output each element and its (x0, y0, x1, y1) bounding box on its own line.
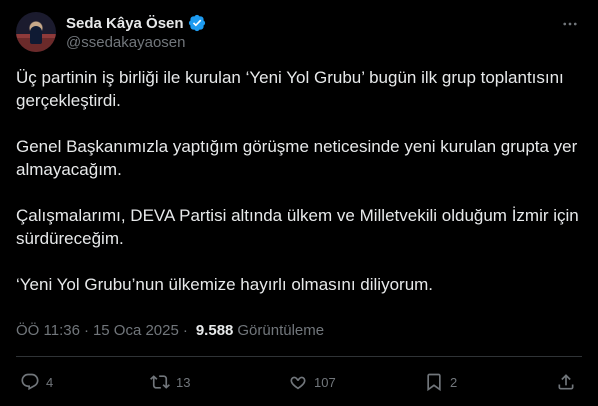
avatar[interactable] (16, 12, 56, 52)
tweet-header: Seda Kâya Ösen @ssedakayaosen (16, 12, 582, 52)
more-icon (563, 22, 577, 26)
share-button[interactable] (556, 370, 576, 394)
like-count: 107 (314, 374, 336, 390)
tweet-paragraph: Genel Başkanımızla yaptığım görüşme neti… (16, 137, 578, 179)
tweet-date[interactable]: 15 Oca 2025 (93, 322, 179, 339)
reply-button[interactable]: 4 (20, 370, 53, 394)
bookmark-icon (427, 373, 441, 392)
repost-count: 13 (176, 374, 191, 390)
tweet-actions: 4 13 107 2 (16, 370, 582, 394)
heart-icon (290, 376, 306, 390)
share-icon (558, 374, 574, 390)
view-count: 9.588 (195, 322, 234, 339)
like-button[interactable]: 107 (288, 370, 336, 394)
tweet-time[interactable]: ÖÖ 11:36 (16, 322, 80, 339)
author-handle[interactable]: @ssedakayaosen (66, 34, 185, 51)
repost-icon (150, 375, 170, 389)
tweet-text: Üç partinin iş birliği ile kurulan ‘Yeni… (16, 66, 582, 296)
author-name-row[interactable]: Seda Kâya Ösen (66, 13, 206, 33)
bookmark-button[interactable]: 2 (424, 370, 457, 394)
author-name[interactable]: Seda Kâya Ösen (66, 15, 184, 32)
tweet-paragraph: Üç partinin iş birliği ile kurulan ‘Yeni… (16, 68, 564, 110)
reply-icon (21, 373, 39, 391)
reply-count: 4 (46, 374, 54, 390)
meta-separator: · (182, 322, 188, 339)
repost-button[interactable]: 13 (150, 370, 190, 394)
meta-separator: · (83, 322, 89, 339)
bookmark-count: 2 (450, 374, 458, 390)
more-options-button[interactable] (560, 14, 580, 34)
tweet-meta: ÖÖ 11:36 · 15 Oca 2025 · 9.588 Görüntüle… (16, 322, 324, 339)
verified-badge-icon (188, 14, 205, 32)
view-label: Görüntüleme (237, 322, 325, 339)
tweet-paragraph: Çalışmalarımı, DEVA Partisi altında ülke… (16, 206, 579, 248)
divider (16, 356, 582, 357)
tweet-paragraph: ‘Yeni Yol Grubu’nun ülkemize hayırlı olm… (16, 275, 434, 294)
